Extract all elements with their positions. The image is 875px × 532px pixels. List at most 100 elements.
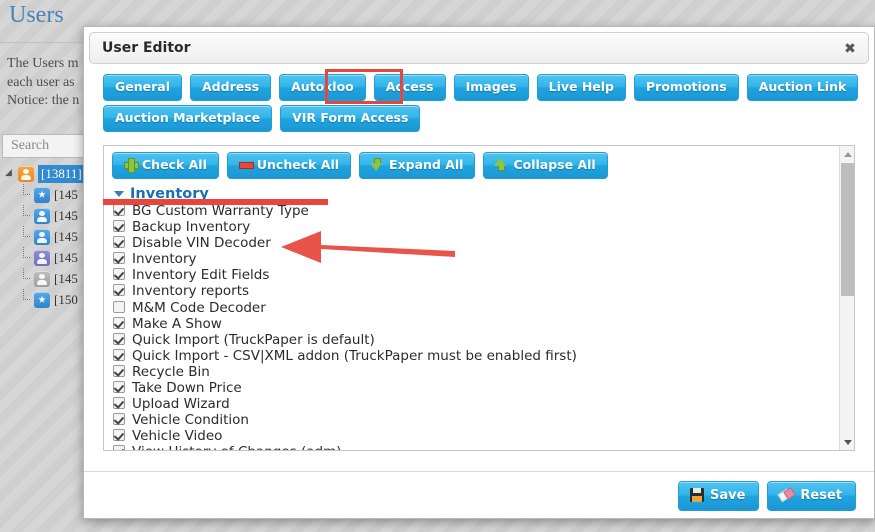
permission-checkbox[interactable]: [113, 236, 125, 249]
tree-line: [23, 205, 30, 216]
floppy-disk-icon: [689, 488, 704, 502]
tab-vir-form-access[interactable]: VIR Form Access: [280, 105, 421, 132]
user-icon-blue: [34, 228, 50, 245]
arrow-down-icon: [370, 158, 384, 171]
tab-auction-marketplace[interactable]: Auction Marketplace: [103, 105, 273, 132]
permission-row[interactable]: Recycle Bin: [112, 364, 840, 380]
eraser-icon: [779, 488, 794, 502]
save-label: Save: [709, 488, 746, 503]
tree-node-label: [145: [54, 207, 78, 223]
save-button[interactable]: Save: [677, 481, 760, 511]
permission-row[interactable]: Backup Inventory: [112, 219, 840, 235]
close-icon[interactable]: ✖: [840, 39, 860, 59]
permission-label: Vehicle Condition: [132, 412, 249, 429]
permission-row[interactable]: Inventory: [112, 251, 840, 267]
permission-checkbox[interactable]: [113, 332, 125, 345]
footer-buttons: Save Reset: [677, 481, 856, 511]
permission-row[interactable]: BG Custom Warranty Type: [112, 203, 840, 219]
tree-node-label: [145: [54, 228, 78, 244]
permission-label: Recycle Bin: [132, 363, 210, 380]
permission-group-label: Inventory: [130, 186, 209, 202]
uncheck-all-button[interactable]: Uncheck All: [226, 152, 352, 179]
minus-icon: [238, 158, 254, 171]
page-title: Users: [9, 2, 64, 28]
permission-row[interactable]: Inventory reports: [112, 283, 840, 299]
tab-row-primary: General Address Autoxloo Access Images L…: [103, 74, 859, 101]
permission-row[interactable]: Vehicle Video: [112, 428, 840, 444]
scrollbar-thumb[interactable]: [841, 163, 854, 296]
permission-label: Take Down Price: [132, 380, 242, 397]
permission-checkbox[interactable]: [113, 413, 125, 426]
check-all-button[interactable]: Check All: [112, 152, 219, 179]
permission-checkbox[interactable]: [113, 220, 125, 233]
tab-promotions[interactable]: Promotions: [634, 74, 739, 101]
reset-button[interactable]: Reset: [767, 481, 856, 511]
permission-group-inventory[interactable]: Inventory: [114, 186, 840, 202]
permission-label: Make A Show: [132, 315, 222, 332]
permission-checkbox[interactable]: [113, 397, 125, 410]
tree-node-label: [145: [54, 270, 78, 286]
tree-line: [23, 268, 30, 279]
permission-checkbox[interactable]: [113, 316, 125, 329]
collapse-all-button[interactable]: Collapse All: [483, 152, 608, 179]
tab-live-help[interactable]: Live Help: [536, 74, 627, 101]
vertical-scrollbar[interactable]: [839, 146, 854, 450]
permission-checkbox[interactable]: [113, 348, 125, 361]
dialog-title: User Editor: [102, 40, 191, 56]
tab-general[interactable]: General: [103, 74, 182, 101]
caret-down-icon[interactable]: [114, 191, 124, 197]
tree-collapse-icon[interactable]: ◢: [5, 167, 15, 177]
permission-label: Inventory: [132, 251, 197, 268]
permission-row[interactable]: Vehicle Condition: [112, 412, 840, 428]
permission-checkbox[interactable]: [113, 445, 125, 450]
permission-label: Vehicle Video: [132, 428, 223, 445]
tab-access[interactable]: Access: [373, 74, 446, 101]
permission-checkbox[interactable]: [113, 381, 125, 394]
permission-checkbox[interactable]: [113, 268, 125, 281]
tab-auction-link[interactable]: Auction Link: [746, 74, 859, 101]
user-icon-purple: [34, 249, 50, 266]
permission-row[interactable]: Disable VIN Decoder: [112, 235, 840, 251]
permission-row[interactable]: Quick Import - CSV|XML addon (TruckPaper…: [112, 348, 840, 364]
reset-label: Reset: [800, 488, 842, 503]
permission-label: Quick Import (TruckPaper is default): [132, 331, 375, 348]
tab-autoxloo[interactable]: Autoxloo: [279, 74, 366, 101]
permission-row[interactable]: M&M Code Decoder: [112, 300, 840, 316]
star-icon-blue: [34, 186, 50, 203]
permissions-panel: Check All Uncheck All Expand All Collaps…: [103, 145, 855, 451]
permission-row[interactable]: Make A Show: [112, 316, 840, 332]
permission-label: Disable VIN Decoder: [132, 235, 271, 252]
star-icon-blue: [34, 291, 50, 308]
uncheck-all-label: Uncheck All: [256, 157, 340, 172]
permission-label: View History of Changes (adm): [132, 444, 342, 450]
scroll-up-arrow-icon[interactable]: [840, 146, 854, 161]
tree-line: [23, 226, 30, 237]
tree-node-label: [150: [54, 291, 78, 307]
permission-label: M&M Code Decoder: [132, 299, 266, 316]
expand-all-button[interactable]: Expand All: [359, 152, 476, 179]
permission-row[interactable]: Take Down Price: [112, 380, 840, 396]
permissions-toolbar: Check All Uncheck All Expand All Collaps…: [112, 152, 840, 179]
scroll-down-arrow-icon[interactable]: [840, 435, 854, 450]
permission-row[interactable]: View History of Changes (adm): [112, 444, 840, 450]
permission-checkbox[interactable]: [113, 429, 125, 442]
expand-all-label: Expand All: [389, 157, 464, 172]
permission-label: Inventory Edit Fields: [132, 267, 270, 284]
permission-row[interactable]: Inventory Edit Fields: [112, 267, 840, 283]
user-icon-blue: [34, 207, 50, 224]
user-icon-orange: [18, 165, 34, 182]
tree-node-label: [145: [54, 186, 78, 202]
permission-checkbox[interactable]: [113, 204, 125, 216]
permission-label: Upload Wizard: [132, 396, 230, 413]
tab-address[interactable]: Address: [190, 74, 272, 101]
permission-checkbox[interactable]: [113, 284, 125, 297]
tab-row-secondary: Auction Marketplace VIR Form Access: [103, 105, 421, 132]
permission-checkbox[interactable]: [113, 364, 125, 377]
permission-row[interactable]: Upload Wizard: [112, 396, 840, 412]
collapse-all-label: Collapse All: [513, 157, 596, 172]
permission-checkbox[interactable]: [113, 300, 125, 313]
dialog-footer: Save Reset: [84, 471, 874, 518]
permission-checkbox[interactable]: [113, 252, 125, 265]
permission-row[interactable]: Quick Import (TruckPaper is default): [112, 332, 840, 348]
tab-images[interactable]: Images: [453, 74, 529, 101]
